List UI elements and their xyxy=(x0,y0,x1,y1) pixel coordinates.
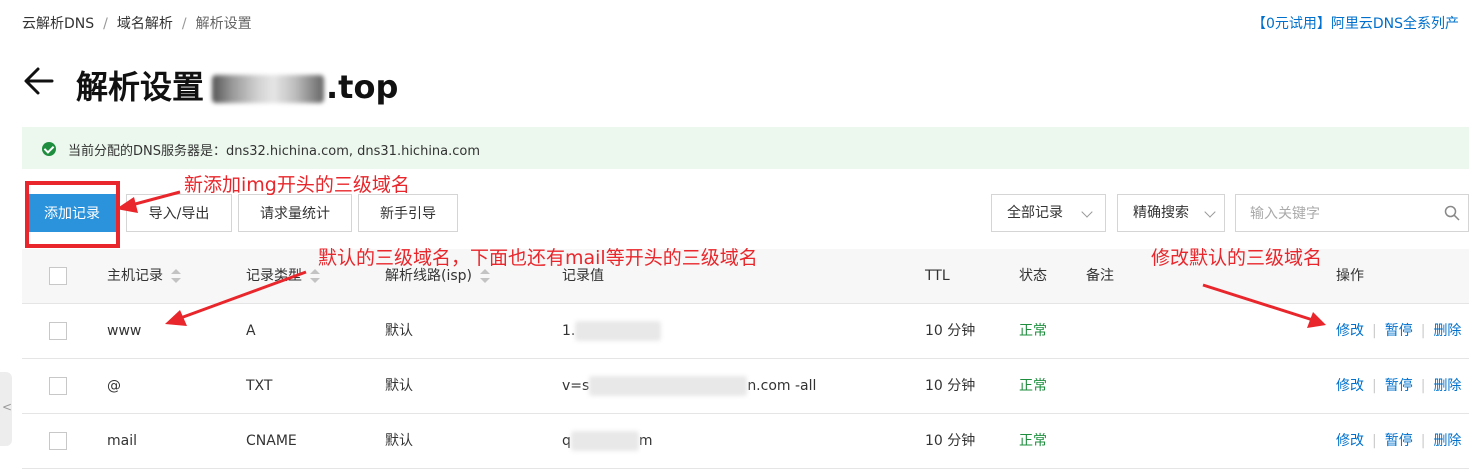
status-badge: 正常 xyxy=(1019,433,1047,449)
table-row: www A 默认 1. 10 分钟 正常 修改 | 暂停 | 删除 xyxy=(22,304,1469,359)
redacted-value xyxy=(570,431,639,451)
breadcrumb-item-dns[interactable]: 云解析DNS xyxy=(22,16,94,32)
annotation-default-subdomain: 默认的三级域名，下面也还有mail等开头的三级域名 xyxy=(318,247,758,269)
pause-link[interactable]: 暂停 xyxy=(1385,378,1413,394)
column-header-type[interactable]: 记录类型 xyxy=(246,249,320,303)
status-badge: 正常 xyxy=(1019,378,1047,394)
annotation-edit-default: 修改默认的三级域名 xyxy=(1151,247,1323,269)
chevron-left-icon: < xyxy=(2,400,13,414)
column-header-ttl: TTL xyxy=(925,268,950,284)
search-field[interactable] xyxy=(1235,194,1469,233)
pause-link[interactable]: 暂停 xyxy=(1385,433,1413,449)
cell-host: @ xyxy=(107,378,121,394)
sort-icon[interactable] xyxy=(171,269,181,283)
chevron-down-icon xyxy=(1204,206,1216,218)
cell-ttl: 10 分钟 xyxy=(925,323,976,339)
annotation-add-record: 新添加img开头的三级域名 xyxy=(184,174,410,196)
cell-line: 默认 xyxy=(385,378,413,394)
cell-type: A xyxy=(246,323,256,339)
breadcrumb-separator: / xyxy=(181,16,187,32)
request-stats-button[interactable]: 请求量统计 xyxy=(238,194,352,232)
search-icon[interactable] xyxy=(1444,205,1460,221)
row-actions: 修改 | 暂停 | 删除 xyxy=(1336,304,1461,358)
action-divider: | xyxy=(1372,323,1377,339)
action-divider: | xyxy=(1420,323,1426,339)
redacted-value xyxy=(575,321,662,341)
domain-suffix: .top xyxy=(326,68,399,106)
column-header-status: 状态 xyxy=(1019,268,1047,284)
cell-value-suffix: m xyxy=(638,433,653,449)
page-title: 解析设置 .top xyxy=(76,62,398,108)
sidebar-toggle[interactable]: < xyxy=(0,372,12,446)
breadcrumb-item-current: 解析设置 xyxy=(195,16,252,32)
cell-value: v=s n.com -all xyxy=(562,359,816,413)
delete-link[interactable]: 删除 xyxy=(1433,433,1461,449)
promo-link[interactable]: 【0元试用】阿里云DNS全系列产 xyxy=(1252,13,1459,33)
redacted-value xyxy=(589,376,748,396)
check-circle-icon xyxy=(42,142,56,156)
pause-link[interactable]: 暂停 xyxy=(1385,323,1413,339)
column-header-type-label: 记录类型 xyxy=(246,268,302,284)
table-row: @ TXT 默认 v=s n.com -all 10 分钟 正常 修改 | 暂停 | 删除 xyxy=(22,359,1469,414)
redacted-domain xyxy=(212,75,325,103)
back-arrow-icon[interactable] xyxy=(22,64,56,98)
cell-type: TXT xyxy=(246,378,273,394)
sort-icon[interactable] xyxy=(480,269,490,283)
beginner-guide-button[interactable]: 新手引导 xyxy=(358,194,458,232)
record-filter-select[interactable]: 全部记录 xyxy=(991,194,1106,232)
action-divider: | xyxy=(1420,433,1426,449)
cell-host: www xyxy=(107,323,142,339)
row-actions: 修改 | 暂停 | 删除 xyxy=(1336,414,1461,468)
dns-server-banner: 当前分配的DNS服务器是：dns32.hichina.com, dns31.hi… xyxy=(22,127,1469,169)
table-row: mail CNAME 默认 qm 10 分钟 正常 修改 | 暂停 | 删除 xyxy=(22,414,1469,469)
search-input[interactable] xyxy=(1236,195,1452,233)
import-export-button[interactable]: 导入/导出 xyxy=(126,194,232,232)
dns-server-text: 当前分配的DNS服务器是：dns32.hichina.com, dns31.hi… xyxy=(68,144,481,159)
select-all-checkbox[interactable] xyxy=(49,267,67,285)
edit-link[interactable]: 修改 xyxy=(1336,323,1364,339)
search-mode-value: 精确搜索 xyxy=(1133,205,1189,221)
record-filter-value: 全部记录 xyxy=(1007,205,1063,221)
page-title-text: 解析设置 xyxy=(76,68,205,106)
cell-line: 默认 xyxy=(385,323,413,339)
column-header-host[interactable]: 主机记录 xyxy=(107,249,181,303)
cell-ttl: 10 分钟 xyxy=(925,433,976,449)
delete-link[interactable]: 删除 xyxy=(1433,378,1461,394)
row-checkbox[interactable] xyxy=(49,377,67,395)
row-actions: 修改 | 暂停 | 删除 xyxy=(1336,359,1461,413)
action-divider: | xyxy=(1372,433,1377,449)
breadcrumb: 云解析DNS / 域名解析 / 解析设置 xyxy=(22,13,252,33)
cell-value: qm xyxy=(562,414,653,468)
cell-host: mail xyxy=(107,433,137,449)
sort-icon[interactable] xyxy=(310,269,320,283)
column-header-host-label: 主机记录 xyxy=(107,268,163,284)
cell-type: CNAME xyxy=(246,433,297,449)
chevron-down-icon xyxy=(1081,206,1093,218)
edit-link[interactable]: 修改 xyxy=(1336,378,1364,394)
cell-ttl: 10 分钟 xyxy=(925,378,976,394)
status-badge: 正常 xyxy=(1019,323,1047,339)
cell-value-prefix: 1. xyxy=(562,323,576,339)
column-header-ops: 操作 xyxy=(1336,268,1364,284)
annotation-highlight-box xyxy=(25,181,120,248)
breadcrumb-separator: / xyxy=(103,16,108,32)
cell-value-prefix: q xyxy=(562,433,571,449)
delete-link[interactable]: 删除 xyxy=(1433,323,1461,339)
row-checkbox[interactable] xyxy=(49,432,67,450)
column-header-line-label: 解析线路(isp) xyxy=(385,268,472,284)
column-header-remark: 备注 xyxy=(1086,268,1114,284)
cell-line: 默认 xyxy=(385,433,413,449)
row-checkbox[interactable] xyxy=(49,322,67,340)
action-divider: | xyxy=(1420,378,1426,394)
search-mode-select[interactable]: 精确搜索 xyxy=(1117,194,1225,232)
breadcrumb-item-domains[interactable]: 域名解析 xyxy=(117,16,173,32)
cell-value-prefix: v=s xyxy=(562,378,590,394)
edit-link[interactable]: 修改 xyxy=(1336,433,1364,449)
cell-value: 1. xyxy=(562,304,662,358)
cell-value-suffix: n.com -all xyxy=(747,378,817,394)
action-divider: | xyxy=(1372,378,1377,394)
